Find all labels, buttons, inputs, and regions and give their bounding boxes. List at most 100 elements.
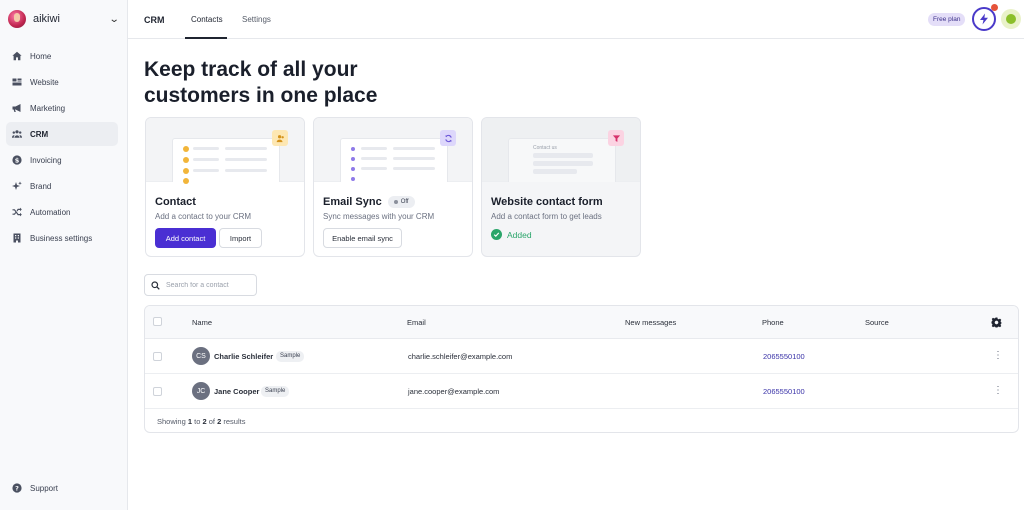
- sidebar-item-business-settings[interactable]: Business settings: [6, 226, 118, 250]
- message-dot: [351, 157, 355, 161]
- card-title: Contact: [155, 196, 196, 208]
- tab-contacts[interactable]: Contacts: [191, 15, 223, 24]
- contact-name[interactable]: Charlie Schleifer: [214, 352, 273, 361]
- chevron-down-icon: ⌄: [108, 13, 120, 25]
- pagination-total: 2: [217, 417, 222, 426]
- tab-settings[interactable]: Settings: [242, 15, 271, 24]
- column-header-name[interactable]: Name: [192, 318, 212, 327]
- table-row[interactable]: CS Charlie Schleifer Sample charlie.schl…: [145, 339, 1018, 374]
- contacts-table: Name Email New messages Phone Source CS …: [144, 305, 1019, 433]
- illustration-line: [361, 157, 387, 160]
- row-more-icon[interactable]: ⋮: [993, 384, 1003, 398]
- pagination-to: 2: [202, 417, 207, 426]
- pagination-summary: Showing 1 to 2 of 2 results: [157, 417, 245, 426]
- users-icon: [12, 129, 22, 139]
- sidebar: aikiwi ⌄ Home Website Marketing CRM $ In…: [0, 0, 128, 510]
- row-checkbox[interactable]: [153, 352, 162, 361]
- sparkle-icon: [12, 181, 22, 191]
- svg-text:$: $: [15, 156, 20, 164]
- illustration-line: [225, 147, 267, 150]
- illustration-line: [225, 158, 267, 161]
- card-subtitle: Sync messages with your CRM: [323, 212, 435, 221]
- email-illustration: [314, 118, 472, 182]
- message-dot: [351, 147, 355, 151]
- sidebar-item-crm[interactable]: CRM: [6, 122, 118, 146]
- sidebar-item-label: CRM: [30, 129, 49, 139]
- sidebar-item-website[interactable]: Website: [6, 70, 118, 94]
- sidebar-item-brand[interactable]: Brand: [6, 174, 118, 198]
- form-illustration: Contact us: [482, 118, 640, 182]
- contact-dot: [183, 146, 189, 152]
- sidebar-item-label: Business settings: [30, 233, 93, 243]
- avatar-image: [1006, 14, 1016, 24]
- pagination-of-word: of: [208, 417, 216, 426]
- search-field[interactable]: [144, 274, 257, 296]
- sidebar-item-marketing[interactable]: Marketing: [6, 96, 118, 120]
- select-all-checkbox[interactable]: [153, 317, 162, 326]
- sidebar-item-invoicing[interactable]: $ Invoicing: [6, 148, 118, 172]
- form-status-text: Added: [507, 229, 532, 240]
- help-icon: ?: [12, 483, 22, 493]
- sidebar-item-home[interactable]: Home: [6, 44, 118, 68]
- page-title-line-1: Keep track of all your: [144, 58, 358, 81]
- pagination-prefix: Showing: [157, 417, 186, 426]
- illustration-line: [533, 169, 577, 174]
- shuffle-icon: [12, 207, 22, 217]
- sidebar-item-automation[interactable]: Automation: [6, 200, 118, 224]
- avatar: CS: [192, 347, 210, 365]
- form-status: Added: [491, 229, 532, 240]
- illustration-line: [533, 161, 593, 166]
- email-list-illustration: [340, 138, 448, 182]
- row-checkbox[interactable]: [153, 387, 162, 396]
- illustration-line: [225, 169, 267, 172]
- column-header-new-messages[interactable]: New messages: [625, 318, 676, 327]
- pagination-suffix: results: [223, 417, 246, 426]
- sidebar-item-support[interactable]: ? Support: [12, 483, 58, 493]
- column-header-email[interactable]: Email: [407, 318, 426, 327]
- table-header: Name Email New messages Phone Source: [145, 306, 1018, 339]
- card-title: Website contact form: [491, 196, 603, 208]
- row-more-icon[interactable]: ⋮: [993, 349, 1003, 363]
- plan-badge[interactable]: Free plan: [928, 13, 966, 26]
- illustration-line: [193, 147, 219, 150]
- megaphone-icon: [12, 103, 22, 113]
- contact-name[interactable]: Jane Cooper: [214, 387, 259, 396]
- sidebar-item-label: Invoicing: [30, 155, 62, 165]
- illustration-line: [393, 147, 435, 150]
- workspace-switcher[interactable]: aikiwi ⌄: [8, 9, 120, 29]
- support-label: Support: [30, 483, 59, 493]
- contact-illustration: [146, 118, 304, 184]
- contact-dot: [183, 157, 189, 163]
- pagination-from: 1: [187, 417, 193, 426]
- page-title: Keep track of all your customers in one …: [144, 57, 444, 109]
- illustration-line: [361, 167, 387, 170]
- avatar: JC: [192, 382, 210, 400]
- card-title: Email Sync Off: [323, 196, 415, 208]
- table-row[interactable]: JC Jane Cooper Sample jane.cooper@exampl…: [145, 374, 1018, 409]
- notification-dot: [991, 4, 998, 11]
- search-input[interactable]: [166, 281, 246, 289]
- workspace-logo: [8, 10, 26, 28]
- svg-text:?: ?: [15, 485, 19, 493]
- column-header-source[interactable]: Source: [865, 318, 889, 327]
- contacts-badge-icon: [272, 130, 288, 146]
- sidebar-item-label: Home: [30, 51, 52, 61]
- filter-icon: [608, 130, 624, 146]
- contact-phone[interactable]: 2065550100: [763, 352, 805, 361]
- contact-phone[interactable]: 2065550100: [763, 387, 805, 396]
- website-contact-form-card: Contact us Website contact form Add a co…: [481, 117, 641, 257]
- contact-card: Contact Add a contact to your CRM Add co…: [145, 117, 305, 257]
- gear-icon[interactable]: [991, 317, 1002, 328]
- lightning-icon: [980, 13, 988, 25]
- user-avatar[interactable]: [1001, 9, 1021, 29]
- pagination-to-word: to: [194, 417, 201, 426]
- website-icon: [12, 77, 22, 87]
- column-header-phone[interactable]: Phone: [762, 318, 784, 327]
- email-sync-card: Email Sync Off Sync messages with your C…: [313, 117, 473, 257]
- search-icon: [151, 280, 160, 290]
- add-contact-button[interactable]: Add contact: [155, 228, 216, 248]
- enable-email-sync-button[interactable]: Enable email sync: [323, 228, 402, 248]
- contact-email: charlie.schleifer@example.com: [408, 352, 513, 361]
- import-button[interactable]: Import: [219, 228, 262, 248]
- dollar-icon: $: [12, 155, 22, 165]
